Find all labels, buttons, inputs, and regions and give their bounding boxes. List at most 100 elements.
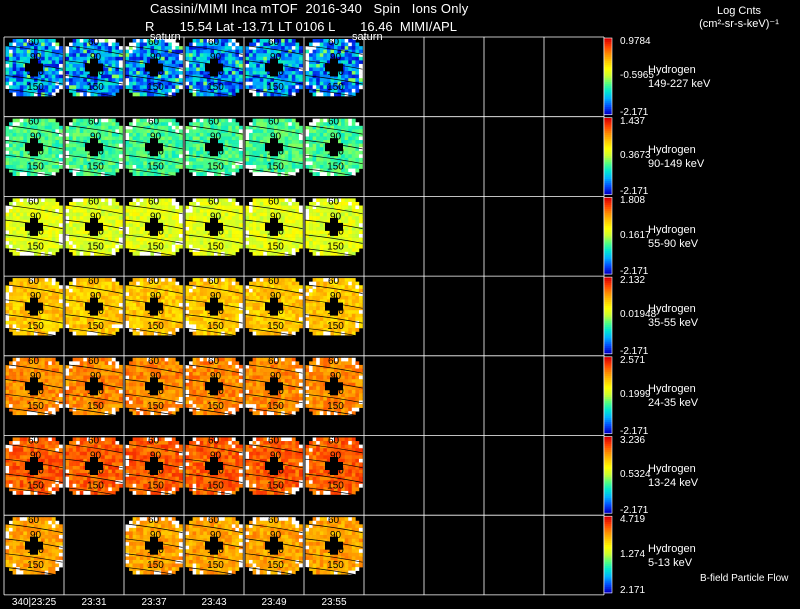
image-pixel xyxy=(16,292,21,297)
image-pixel xyxy=(19,303,24,307)
image-pixel xyxy=(72,230,77,235)
image-pixel xyxy=(65,154,70,159)
image-pixel xyxy=(348,122,353,127)
image-pixel xyxy=(252,85,257,90)
image-pixel xyxy=(132,244,137,249)
image-pixel xyxy=(58,313,63,318)
image-pixel xyxy=(199,150,204,155)
image-pixel xyxy=(118,46,123,50)
image-pixel xyxy=(341,212,345,217)
image-pixel xyxy=(312,71,317,75)
image-pixel xyxy=(79,198,84,203)
image-pixel xyxy=(319,230,324,235)
image-pixel xyxy=(115,78,120,83)
image-pixel xyxy=(245,125,250,130)
image-pixel xyxy=(16,85,21,90)
image-pixel xyxy=(19,39,24,43)
image-pixel xyxy=(65,81,70,86)
image-pixel xyxy=(48,201,53,206)
image-pixel xyxy=(337,251,342,256)
image-pixel xyxy=(101,46,105,50)
grid-angle-label: 90 xyxy=(270,52,282,63)
image-pixel xyxy=(185,81,190,86)
image-pixel xyxy=(79,78,84,83)
image-pixel xyxy=(76,143,81,148)
image-pixel xyxy=(291,132,296,137)
image-pixel xyxy=(168,216,173,221)
image-pixel xyxy=(256,241,261,246)
image-pixel xyxy=(312,150,317,155)
image-pixel xyxy=(259,172,264,176)
image-pixel xyxy=(86,92,91,97)
image-pixel xyxy=(288,150,293,155)
image-pixel xyxy=(9,288,13,293)
image-pixel xyxy=(203,201,208,206)
image-pixel xyxy=(238,237,243,242)
image-pixel xyxy=(175,248,180,253)
image-pixel xyxy=(228,122,233,127)
image-pixel xyxy=(238,209,243,213)
image-pixel xyxy=(51,201,56,206)
image-pixel xyxy=(295,74,300,79)
image-pixel xyxy=(249,223,253,228)
image-pixel xyxy=(9,147,13,152)
image-pixel xyxy=(139,165,144,169)
image-pixel xyxy=(164,234,169,238)
image-pixel xyxy=(319,157,324,162)
image-pixel xyxy=(249,49,253,54)
image-pixel xyxy=(192,118,197,123)
image-pixel xyxy=(185,147,190,152)
image-pixel xyxy=(284,60,289,65)
image-pixel xyxy=(288,118,293,123)
image-pixel xyxy=(41,49,45,54)
image-pixel xyxy=(19,226,24,231)
image-pixel xyxy=(235,88,240,93)
image-pixel xyxy=(164,56,169,61)
image-pixel xyxy=(178,205,183,210)
image-pixel xyxy=(252,244,257,249)
image-pixel xyxy=(249,143,253,148)
image-pixel xyxy=(23,251,28,256)
image-pixel xyxy=(252,223,257,228)
image-pixel xyxy=(12,88,17,93)
image-pixel xyxy=(231,56,236,61)
image-pixel xyxy=(298,143,303,148)
image-pixel xyxy=(115,140,120,144)
image-pixel xyxy=(203,172,208,176)
image-pixel xyxy=(86,172,91,176)
image-pixel xyxy=(323,172,328,176)
image-pixel xyxy=(323,212,328,217)
image-pixel xyxy=(203,198,208,203)
image-pixel xyxy=(132,118,137,123)
image-pixel xyxy=(189,122,193,127)
image-pixel xyxy=(58,56,63,61)
image-pixel xyxy=(351,42,356,47)
image-pixel xyxy=(108,85,113,90)
image-pixel xyxy=(189,63,193,68)
image-pixel xyxy=(196,212,201,217)
image-pixel xyxy=(298,49,303,54)
image-pixel xyxy=(312,251,317,256)
image-pixel xyxy=(344,201,349,206)
grid-angle-label: 90 xyxy=(210,211,222,222)
image-pixel xyxy=(228,147,233,152)
image-pixel xyxy=(196,42,201,47)
image-pixel xyxy=(41,198,45,203)
grid-angle-label: 90 xyxy=(30,211,42,222)
image-pixel xyxy=(136,198,141,203)
image-pixel xyxy=(79,230,84,235)
image-pixel xyxy=(252,172,257,176)
image-pixel xyxy=(51,74,56,79)
image-pixel xyxy=(281,39,285,43)
image-pixel xyxy=(58,295,63,300)
image-pixel xyxy=(224,53,229,58)
image-pixel xyxy=(284,230,289,235)
image-pixel xyxy=(164,154,169,159)
image-pixel xyxy=(23,201,28,206)
image-pixel xyxy=(132,129,137,134)
image-pixel xyxy=(51,237,56,242)
image-pixel xyxy=(305,147,310,152)
image-pixel xyxy=(101,53,105,58)
image-pixel xyxy=(295,78,300,83)
image-pixel xyxy=(298,46,303,50)
